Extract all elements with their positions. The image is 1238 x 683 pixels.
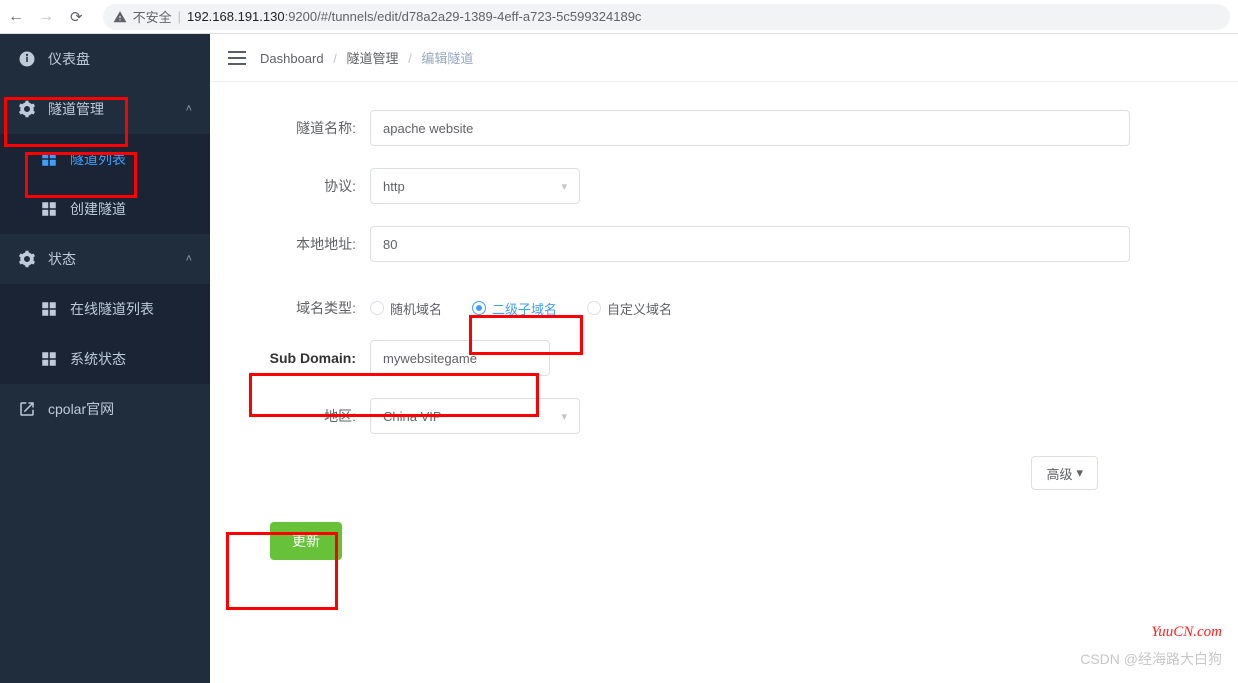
- sidebar-item-online-list[interactable]: 在线隧道列表: [0, 284, 210, 334]
- sidebar-label: 隧道列表: [70, 149, 126, 169]
- breadcrumb-dashboard[interactable]: Dashboard: [260, 51, 324, 66]
- grid-icon: [40, 300, 58, 318]
- radio-random-domain[interactable]: 随机域名: [370, 299, 442, 318]
- advanced-button[interactable]: 高级▾: [1031, 456, 1098, 490]
- browser-toolbar: ← → ⟳ 不安全 | 192.168.191.130:9200/#/tunne…: [0, 0, 1238, 34]
- grid-icon: [40, 350, 58, 368]
- gauge-icon: [18, 50, 36, 68]
- breadcrumb: Dashboard / 隧道管理 / 编辑隧道: [260, 48, 473, 67]
- sidebar: 仪表盘 隧道管理 ˄ 隧道列表 创建隧道 状态 ˄ 在线隧道列表 系统状态: [0, 34, 210, 683]
- update-button[interactable]: 更新: [270, 522, 342, 560]
- url-text: 192.168.191.130:9200/#/tunnels/edit/d78a…: [187, 9, 641, 24]
- external-link-icon: [18, 400, 36, 418]
- separator: |: [178, 9, 181, 24]
- sidebar-item-dashboard[interactable]: 仪表盘: [0, 34, 210, 84]
- breadcrumb-current: 编辑隧道: [421, 51, 473, 66]
- sidebar-label: 系统状态: [70, 349, 126, 369]
- protocol-select[interactable]: http ▾: [370, 168, 580, 204]
- chevron-up-icon: ˄: [186, 103, 192, 115]
- sidebar-label: 仪表盘: [48, 49, 90, 69]
- name-label: 隧道名称:: [250, 118, 370, 138]
- sidebar-item-cpolar[interactable]: cpolar官网: [0, 384, 210, 434]
- sidebar-item-system-status[interactable]: 系统状态: [0, 334, 210, 384]
- region-label: 地区:: [250, 406, 370, 426]
- forward-button[interactable]: →: [38, 8, 54, 26]
- radio-custom-domain[interactable]: 自定义域名: [587, 299, 672, 318]
- chevron-down-icon: ▾: [561, 410, 567, 423]
- sidebar-label: 创建隧道: [70, 199, 126, 219]
- sidebar-label: 隧道管理: [48, 99, 104, 119]
- reload-button[interactable]: ⟳: [70, 8, 83, 26]
- sidebar-item-create-tunnel[interactable]: 创建隧道: [0, 184, 210, 234]
- sidebar-item-tunnel-list[interactable]: 隧道列表: [0, 134, 210, 184]
- form-content: 隧道名称: 协议: http ▾ 本地地址: 域名类型: 随机域名 二级子域名: [210, 82, 1238, 683]
- gear-icon: [18, 250, 36, 268]
- protocol-label: 协议:: [250, 176, 370, 196]
- address-bar[interactable]: 不安全 | 192.168.191.130:9200/#/tunnels/edi…: [103, 4, 1230, 30]
- region-select[interactable]: China VIP ▾: [370, 398, 580, 434]
- sidebar-label: 在线隧道列表: [70, 299, 154, 319]
- sidebar-label: 状态: [48, 249, 76, 269]
- insecure-icon: [113, 10, 127, 24]
- menu-toggle-icon[interactable]: [228, 51, 246, 65]
- domain-type-radios: 随机域名 二级子域名 自定义域名: [370, 299, 672, 318]
- chevron-down-icon: ▾: [561, 180, 567, 193]
- local-addr-input[interactable]: [370, 226, 1130, 262]
- sidebar-item-status[interactable]: 状态 ˄: [0, 234, 210, 284]
- grid-icon: [40, 200, 58, 218]
- sidebar-item-tunnel-mgmt[interactable]: 隧道管理 ˄: [0, 84, 210, 134]
- sidebar-label: cpolar官网: [48, 399, 114, 419]
- tunnel-name-input[interactable]: [370, 110, 1130, 146]
- watermark-site: YuuCN.com: [1151, 624, 1222, 641]
- local-addr-label: 本地地址:: [250, 234, 370, 254]
- watermark-csdn: CSDN @经海路大白狗: [1080, 649, 1222, 669]
- radio-sub-domain[interactable]: 二级子域名: [472, 299, 557, 318]
- back-button[interactable]: ←: [8, 8, 24, 26]
- breadcrumb-tunnel-mgmt[interactable]: 隧道管理: [346, 51, 398, 66]
- gear-icon: [18, 100, 36, 118]
- subdomain-label: Sub Domain:: [250, 350, 370, 366]
- grid-icon: [40, 150, 58, 168]
- domain-type-label: 域名类型:: [250, 298, 370, 318]
- insecure-label: 不安全: [133, 7, 172, 26]
- subdomain-input[interactable]: [370, 340, 550, 376]
- caret-down-icon: ▾: [1076, 465, 1083, 481]
- topbar: Dashboard / 隧道管理 / 编辑隧道: [210, 34, 1238, 82]
- chevron-up-icon: ˄: [186, 253, 192, 265]
- nav-controls: ← →: [8, 8, 54, 26]
